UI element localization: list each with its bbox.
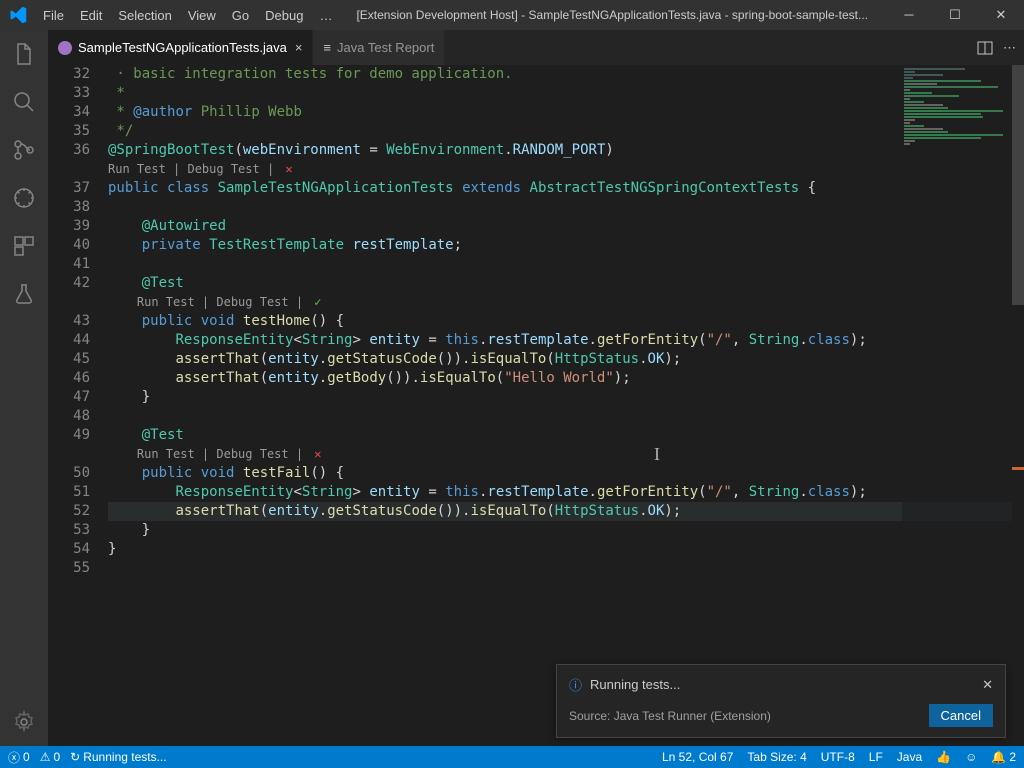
status-bell-icon[interactable]: 🔔2 xyxy=(991,750,1016,764)
test-icon[interactable] xyxy=(0,270,48,318)
menu-view[interactable]: View xyxy=(180,8,224,23)
activity-bar xyxy=(0,30,48,746)
split-editor-icon[interactable] xyxy=(977,40,993,56)
status-errors[interactable]: ⓧ 0 xyxy=(8,749,30,766)
status-cursor-pos[interactable]: Ln 52, Col 67 xyxy=(662,750,733,764)
code-editor[interactable]: 3233343536373839404142434445464748495051… xyxy=(48,65,1024,746)
status-feedback-icon[interactable]: 👍 xyxy=(936,750,951,764)
vertical-scrollbar[interactable] xyxy=(1012,65,1024,746)
notification-source: Source: Java Test Runner (Extension) xyxy=(569,709,771,723)
status-language[interactable]: Java xyxy=(897,750,922,764)
menu-file[interactable]: File xyxy=(35,8,72,23)
titlebar: File Edit Selection View Go Debug … [Ext… xyxy=(0,0,1024,30)
notification-toast: ⓘ Running tests... ✕ Source: Java Test R… xyxy=(556,664,1006,738)
editor-actions: ⋯ xyxy=(969,30,1024,65)
scm-icon[interactable] xyxy=(0,126,48,174)
settings-gear-icon[interactable] xyxy=(0,698,48,746)
report-icon: ≡ xyxy=(323,40,331,55)
more-actions-icon[interactable]: ⋯ xyxy=(1003,40,1016,56)
editor-area: SampleTestNGApplicationTests.java × ≡ Ja… xyxy=(48,30,1024,746)
status-warnings[interactable]: ⚠ 0 xyxy=(40,750,60,764)
explorer-icon[interactable] xyxy=(0,30,48,78)
scroll-marker xyxy=(1012,467,1024,470)
maximize-icon[interactable]: ☐ xyxy=(932,0,978,30)
vscode-logo-icon xyxy=(0,6,35,24)
menu-more[interactable]: … xyxy=(311,8,340,23)
notification-close-icon[interactable]: ✕ xyxy=(982,677,993,693)
extensions-icon[interactable] xyxy=(0,222,48,270)
minimap[interactable] xyxy=(902,65,1012,746)
status-bar: ⓧ 0 ⚠ 0 ↻ Running tests... Ln 52, Col 67… xyxy=(0,746,1024,768)
status-encoding[interactable]: UTF-8 xyxy=(821,750,855,764)
text-cursor-icon: I xyxy=(654,445,660,464)
code-content[interactable]: · basic integration tests for demo appli… xyxy=(108,65,1024,746)
info-icon: ⓘ xyxy=(569,675,582,694)
menu-bar: File Edit Selection View Go Debug … xyxy=(35,8,340,23)
line-gutter: 3233343536373839404142434445464748495051… xyxy=(48,65,108,746)
tab-label: SampleTestNGApplicationTests.java xyxy=(78,40,287,55)
menu-edit[interactable]: Edit xyxy=(72,8,110,23)
menu-selection[interactable]: Selection xyxy=(110,8,179,23)
status-running[interactable]: ↻ Running tests... xyxy=(70,750,166,764)
window-title: [Extension Development Host] - SampleTes… xyxy=(340,8,884,22)
status-eol[interactable]: LF xyxy=(869,750,883,764)
status-tab-size[interactable]: Tab Size: 4 xyxy=(747,750,806,764)
debug-icon[interactable] xyxy=(0,174,48,222)
cancel-button[interactable]: Cancel xyxy=(929,704,993,727)
menu-debug[interactable]: Debug xyxy=(257,8,311,23)
menu-go[interactable]: Go xyxy=(224,8,257,23)
java-file-icon xyxy=(58,41,72,55)
tab-test-report[interactable]: ≡ Java Test Report xyxy=(313,30,445,65)
tab-label: Java Test Report xyxy=(337,40,434,55)
close-icon[interactable]: ✕ xyxy=(978,0,1024,30)
editor-tabs: SampleTestNGApplicationTests.java × ≡ Ja… xyxy=(48,30,1024,65)
tab-sample-tests[interactable]: SampleTestNGApplicationTests.java × xyxy=(48,30,313,65)
window-controls: ─ ☐ ✕ xyxy=(884,0,1024,30)
status-smiley-icon[interactable]: ☺ xyxy=(965,750,977,764)
minimize-icon[interactable]: ─ xyxy=(886,0,932,30)
scrollbar-thumb[interactable] xyxy=(1012,65,1024,305)
tab-close-icon[interactable]: × xyxy=(295,40,303,55)
notification-title: Running tests... xyxy=(590,677,680,692)
search-icon[interactable] xyxy=(0,78,48,126)
